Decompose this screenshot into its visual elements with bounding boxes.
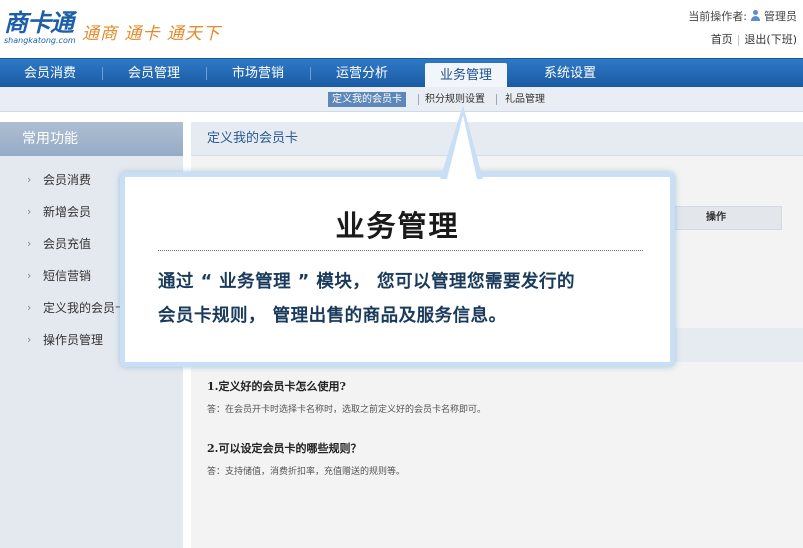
subnav-divider bbox=[418, 94, 419, 105]
nav-divider bbox=[206, 67, 207, 80]
operator-info: 当前操作者: 管理员 bbox=[688, 8, 797, 24]
chevron-right-icon: › bbox=[27, 173, 32, 186]
nav-tab-system-settings[interactable]: 系统设置 bbox=[526, 59, 614, 88]
nav-tab-member-consumption[interactable]: 会员消费 bbox=[6, 59, 94, 88]
nav-tab-member-management[interactable]: 会员管理 bbox=[110, 59, 198, 88]
link-divider: | bbox=[736, 33, 741, 46]
chevron-right-icon: › bbox=[27, 333, 32, 346]
faq-question: 2.可以设定会员卡的哪些规则？ bbox=[207, 442, 362, 455]
chevron-right-icon: › bbox=[27, 205, 32, 218]
subnav-divider bbox=[496, 94, 497, 105]
subnav-define-card[interactable]: 定义我的会员卡 bbox=[328, 92, 406, 107]
header: 商卡通 shangkatong.com 通商 通卡 通天下 当前操作者: 管理员… bbox=[0, 0, 803, 58]
callout-title: 业务管理 bbox=[335, 209, 460, 243]
home-link[interactable]: 首页 bbox=[711, 33, 733, 46]
sidebar-item-label: 短信营销 bbox=[43, 269, 92, 283]
nav-tab-marketing[interactable]: 市场营销 bbox=[214, 59, 302, 88]
logo-domain: shangkatong.com bbox=[4, 36, 76, 45]
callout-line: 会员卡规则， 管理出售的商品及服务信息。 bbox=[158, 306, 507, 326]
nav-tab-business-management[interactable]: 业务管理 bbox=[425, 63, 507, 88]
chevron-right-icon: › bbox=[27, 237, 32, 250]
logo[interactable]: 商卡通 shangkatong.com bbox=[4, 10, 78, 48]
user-icon bbox=[750, 10, 761, 22]
main-nav: 会员消费 会员管理 市场营销 运营分析 业务管理 系统设置 bbox=[0, 58, 803, 88]
callout-description: 通过 “ 业务管理 ” 模块， 您可以管理您需要发行的 会员卡规则， 管理出售的… bbox=[158, 265, 653, 333]
nav-tab-analytics[interactable]: 运营分析 bbox=[318, 59, 406, 88]
faq-item: 1.定义好的会员卡怎么使用? 答：在会员开卡时选择卡名称时，选取之前定义好的会员… bbox=[207, 378, 486, 415]
chevron-right-icon: › bbox=[27, 269, 32, 282]
subnav-gift-management[interactable]: 礼品管理 bbox=[501, 92, 549, 107]
operator-name: 管理员 bbox=[764, 10, 797, 23]
nav-divider bbox=[102, 67, 103, 80]
table-header-action: 操作 bbox=[706, 212, 726, 223]
callout-line: 通过 “ 业务管理 ” 模块， 您可以管理您需要发行的 bbox=[158, 272, 575, 292]
sidebar-title: 常用功能 bbox=[0, 122, 183, 156]
operator-label: 当前操作者: bbox=[688, 10, 747, 23]
faq-question: 1.定义好的会员卡怎么使用? bbox=[207, 380, 346, 393]
sidebar-item-label: 新增会员 bbox=[43, 205, 92, 219]
chevron-right-icon: › bbox=[27, 301, 32, 314]
logo-text: 商卡通 bbox=[4, 8, 74, 37]
sidebar-item-label: 定义我的会员卡 bbox=[43, 301, 128, 315]
logout-link[interactable]: 退出(下班) bbox=[744, 33, 797, 46]
sidebar-item-label: 操作员管理 bbox=[43, 333, 104, 347]
faq-item: 2.可以设定会员卡的哪些规则？ 答：支持储值，消费折扣率，充值赠送的规则等。 bbox=[207, 440, 405, 477]
callout-divider bbox=[158, 250, 643, 251]
sub-nav: 定义我的会员卡 积分规则设置 礼品管理 bbox=[0, 87, 803, 112]
sidebar-item-label: 会员充值 bbox=[43, 237, 92, 251]
callout-pointer bbox=[440, 105, 483, 179]
feature-callout: 业务管理 通过 “ 业务管理 ” 模块， 您可以管理您需要发行的 会员卡规则， … bbox=[120, 172, 675, 367]
panel-title: 定义我的会员卡 bbox=[191, 122, 803, 156]
sidebar-item-label: 会员消费 bbox=[43, 173, 92, 187]
faq-answer: 答：在会员开卡时选择卡名称时，选取之前定义好的会员卡名称即可。 bbox=[207, 405, 487, 415]
top-links: 首页 | 退出(下班) bbox=[711, 31, 797, 47]
slogan: 通商 通卡 通天下 bbox=[82, 24, 221, 44]
nav-divider bbox=[310, 67, 311, 80]
faq-answer: 答：支持储值，消费折扣率，充值赠送的规则等。 bbox=[207, 467, 406, 477]
